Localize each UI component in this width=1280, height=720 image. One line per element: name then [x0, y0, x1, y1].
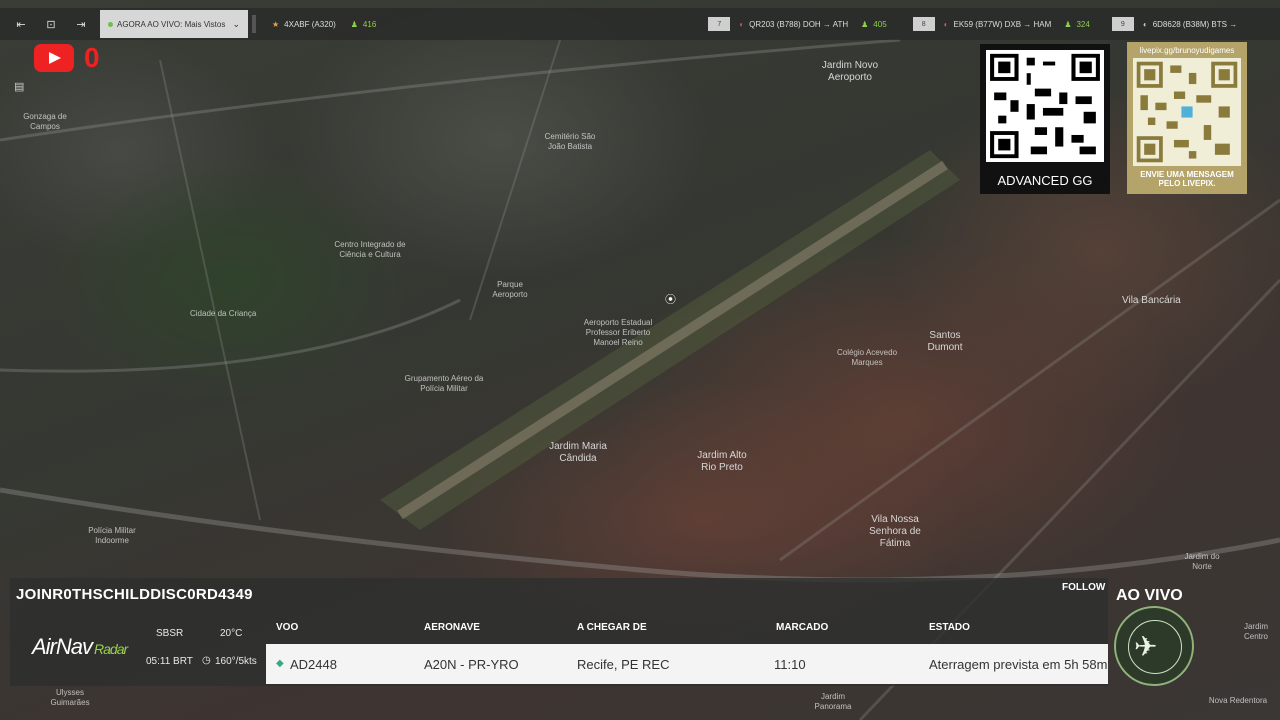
header-flight: VOO [276, 622, 299, 633]
map-label: Vila Nossa Senhora de Fátima [869, 514, 921, 549]
weather-time: 05:11 BRT [146, 656, 193, 667]
map-label: Parque Aeroporto [492, 280, 528, 299]
flight-chip[interactable]: 7 ◐ QR203 (B788) DOH → ATH ♟ 405 [708, 17, 887, 31]
airnav-radar-logo: AirNav Radar [32, 634, 128, 660]
qr-caption: ADVANCED GG [997, 173, 1093, 188]
airline-icon: ◆ [276, 658, 284, 669]
now-live-dropdown[interactable]: AGORA AO VIVO: Mais Vistos ⌄ [100, 10, 248, 38]
channel-badge-logo: ✈ [1114, 606, 1194, 686]
header-from: A CHEGAR DE [577, 622, 647, 633]
weather-wind: 160°/5kts [215, 656, 257, 667]
map-label: Jardim Panorama [814, 692, 852, 711]
now-live-label: AGORA AO VIVO: Mais Vistos [117, 19, 226, 29]
star-icon: ★ [272, 19, 280, 29]
wind-icon: ◷ [202, 655, 211, 666]
divider [252, 15, 256, 33]
map-label: Jardim do Norte [1184, 552, 1220, 571]
airline-icon: ◐ [1142, 19, 1148, 29]
header-aircraft: AERONAVE [424, 622, 480, 633]
flight-chip[interactable]: 8 ◐ EK59 (B77W) DXB → HAM ♟ 324 [912, 17, 1090, 31]
rank-badge: 7 [708, 17, 731, 31]
map-label: Ulysses Guimarães [50, 688, 90, 707]
qr-code-advanced-gg: ADVANCED GG [980, 44, 1110, 194]
airline-icon: ◐ [739, 19, 745, 29]
origin: Recife, PE REC [577, 657, 670, 672]
map-label: Jardim Maria Cândida [549, 441, 607, 464]
flight-chip[interactable]: ★ 4XABF (A320) ♟ 416 [272, 20, 376, 29]
youtube-icon [34, 44, 74, 72]
aircraft-type: A20N - PR-YRO [424, 657, 519, 672]
viewers-icon: ♟ [1064, 19, 1072, 29]
chevron-down-icon: ⌄ [232, 18, 240, 29]
qr-code-livepix: livepix.gg/brunoyudigames ENVIE UMA MENS… [1127, 42, 1247, 194]
rank-badge: 9 [1111, 17, 1134, 31]
flight-chip[interactable]: 9 ◐ 6D8628 (B38M) BTS → [1111, 17, 1238, 31]
logo-main: AirNav [32, 634, 93, 659]
livepix-url: livepix.gg/brunoyudigames [1139, 46, 1235, 55]
collapse-panel-icon[interactable]: ⇤ [12, 15, 30, 33]
livepix-caption: ENVIE UMA MENSAGEM PELO LIVEPIX. [1140, 170, 1234, 188]
flight-info-panel: JOINR0THSCHILDDISC0RD4349 FOLLOW AirNav R… [10, 578, 1108, 686]
viewer-count: 405 [873, 19, 887, 29]
viewer-count: 416 [362, 19, 377, 29]
follow-button[interactable]: FOLLOW [1062, 582, 1105, 593]
map-label: Aeroporto Estadual Professor Eriberto Ma… [583, 318, 653, 347]
live-title: AO VIVO [1116, 587, 1183, 604]
map-label: Nova Redentora [1208, 696, 1268, 705]
weather-station: SBSR [156, 628, 184, 639]
airline-icon: ◐ [943, 19, 949, 29]
list-icon[interactable]: ▤ [14, 80, 24, 93]
map-label: Santos Dumont [927, 330, 963, 353]
flight-text: 4XABF (A320) [284, 19, 336, 29]
qr-code-icon [986, 50, 1104, 162]
map-label: Gonzaga de Campos [23, 112, 67, 131]
expand-icon[interactable]: ⊡ [42, 15, 60, 33]
channel-name: JOINR0THSCHILDDISC0RD4349 [16, 586, 253, 603]
weather-temp: 20°C [220, 628, 243, 639]
flight-text: EK59 (B77W) DXB → HAM [953, 19, 1052, 29]
map-label: Jardim Centro [1243, 622, 1268, 641]
map-label: Centro Integrado de Ciência e Cultura [334, 240, 406, 259]
header-status: ESTADO [929, 622, 970, 633]
top-bar: ⇤ ⊡ ⇥ AGORA AO VIVO: Mais Vistos ⌄ ★ 4XA… [0, 8, 1280, 40]
map-label: Colégio Acevedo Marques [836, 348, 898, 367]
map-label: Polícia Militar Indoorme [88, 526, 136, 545]
viewers-icon: ♟ [350, 19, 358, 29]
flight-status: Aterragem prevista em 5h 58m [929, 657, 1108, 672]
qr-code-icon [1133, 58, 1241, 166]
airplane-icon: ✈ [1134, 631, 1158, 662]
logo-sub: Radar [94, 641, 128, 657]
flight-text: QR203 (B788) DOH → ATH [749, 19, 849, 29]
map-label: Jardim Novo Aeroporto [821, 60, 879, 83]
live-dot-icon [108, 21, 113, 27]
map-label: Cidade da Criança [190, 309, 257, 318]
map-label: Cemitério São João Batista [544, 132, 596, 151]
next-icon[interactable]: ⇥ [72, 15, 90, 33]
map-pin-icon[interactable]: ⦿ [665, 294, 676, 306]
header-scheduled: MARCADO [776, 622, 829, 633]
viewer-count: 324 [1076, 19, 1090, 29]
flight-row[interactable]: ◆ AD2448 A20N - PR-YRO Recife, PE REC 11… [266, 644, 1108, 684]
rank-badge: 8 [912, 17, 935, 31]
map-label: Jardim Alto Rio Preto [697, 450, 747, 473]
viewers-icon: ♟ [861, 19, 869, 29]
map-label: Vila Bancária [1122, 295, 1181, 306]
flight-text: 6D8628 (B38M) BTS → [1152, 19, 1238, 29]
map-label: Grupamento Aéreo da Polícia Militar [404, 374, 484, 393]
scheduled-time: 11:10 [774, 657, 806, 672]
youtube-counter: 0 [84, 42, 100, 73]
flight-number: AD2448 [290, 657, 337, 672]
